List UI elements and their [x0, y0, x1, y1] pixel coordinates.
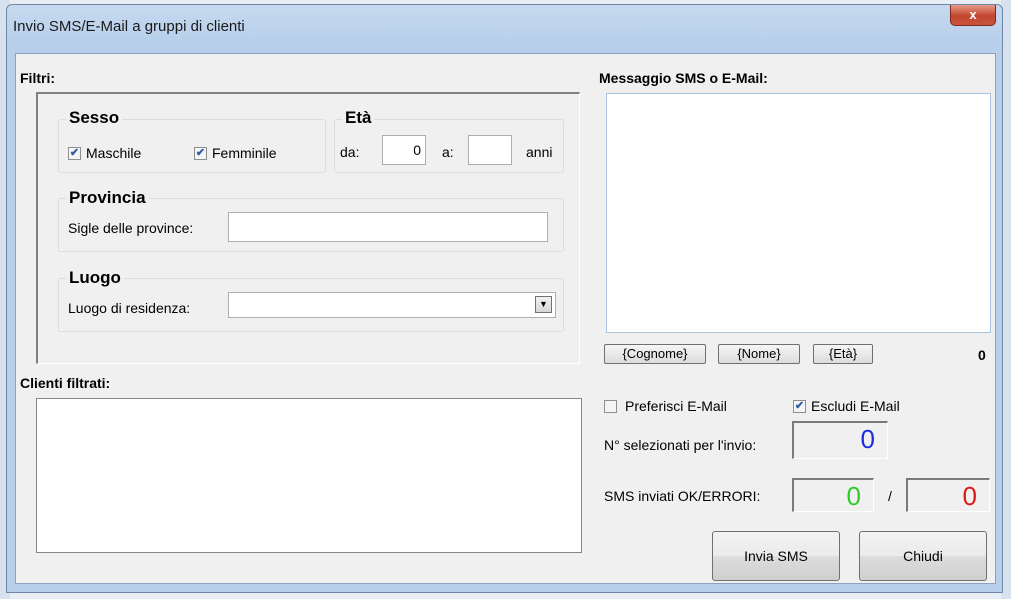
selected-count-display: 0	[792, 421, 888, 459]
femminile-checkbox[interactable]: ✔ Femminile	[194, 145, 277, 161]
sent-ok-display: 0	[792, 478, 874, 512]
clients-heading: Clienti filtrati:	[20, 375, 111, 391]
sent-error-display: 0	[906, 478, 990, 512]
send-sms-button[interactable]: Invia SMS	[712, 531, 840, 581]
title-bar[interactable]: Invio SMS/E-Mail a gruppi di clienti x	[7, 5, 1002, 53]
exclude-email-check-icon: ✔	[793, 399, 806, 413]
filters-heading: Filtri:	[20, 70, 55, 86]
provincia-input[interactable]	[228, 212, 548, 242]
exclude-email-checkbox[interactable]: ✔ Escludi E-Mail	[793, 398, 900, 414]
message-heading: Messaggio SMS o E-Mail:	[599, 70, 768, 86]
tag-cognome-button[interactable]: {Cognome}	[604, 344, 706, 364]
char-count: 0	[978, 347, 986, 363]
luogo-label: Luogo di residenza:	[68, 300, 191, 316]
exclude-email-label: Escludi E-Mail	[811, 398, 900, 414]
sesso-title: Sesso	[66, 108, 123, 128]
sent-separator: /	[888, 488, 892, 504]
clients-list[interactable]	[36, 398, 582, 553]
femminile-label: Femminile	[212, 145, 277, 161]
luogo-dropdown[interactable]: ▼	[228, 292, 556, 318]
eta-from-input[interactable]	[382, 135, 426, 165]
provincia-title: Provincia	[66, 188, 149, 208]
eta-unit-label: anni	[526, 144, 553, 160]
eta-to-input[interactable]	[468, 135, 512, 165]
dialog-body: Filtri: Sesso ✔ Maschile ✔ Femminile Età…	[15, 53, 996, 584]
prefer-email-check-icon	[604, 399, 617, 413]
luogo-title: Luogo	[66, 268, 124, 288]
close-button[interactable]: Chiudi	[859, 531, 987, 581]
maschile-checkbox[interactable]: ✔ Maschile	[68, 145, 141, 161]
sent-stats-label: SMS inviati OK/ERRORI:	[604, 488, 761, 504]
close-window-button[interactable]: x	[950, 5, 996, 26]
tag-eta-button[interactable]: {Età}	[813, 344, 873, 364]
dialog-window: Invio SMS/E-Mail a gruppi di clienti x F…	[6, 4, 1003, 593]
maschile-check-icon: ✔	[68, 146, 81, 160]
tag-nome-button[interactable]: {Nome}	[718, 344, 800, 364]
selected-count-label: N° selezionati per l'invio:	[604, 437, 757, 453]
prefer-email-label: Preferisci E-Mail	[625, 398, 727, 414]
provincia-label: Sigle delle province:	[68, 220, 194, 236]
eta-from-label: da:	[340, 144, 360, 160]
message-textarea[interactable]	[606, 93, 991, 333]
eta-to-label: a:	[442, 144, 454, 160]
eta-title: Età	[342, 108, 375, 128]
prefer-email-checkbox[interactable]: Preferisci E-Mail	[604, 398, 727, 414]
chevron-down-icon[interactable]: ▼	[535, 296, 552, 313]
maschile-label: Maschile	[86, 145, 142, 161]
close-icon: x	[969, 7, 977, 22]
femminile-check-icon: ✔	[194, 146, 207, 160]
window-title: Invio SMS/E-Mail a gruppi di clienti	[13, 18, 245, 35]
